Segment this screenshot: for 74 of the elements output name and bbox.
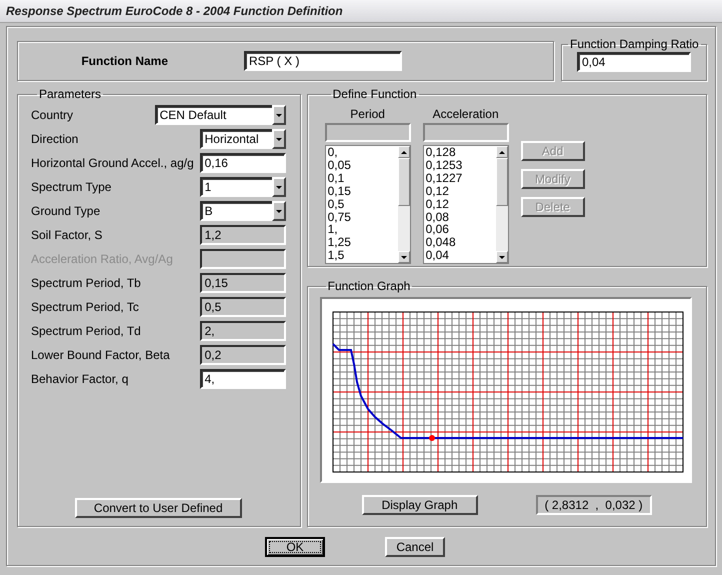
function-name-field[interactable]: RSP ( X ) [244, 51, 402, 71]
list-item[interactable]: 0,15 [328, 184, 396, 198]
dropdown-button[interactable] [272, 177, 286, 197]
field-label: Spectrum Type [31, 180, 112, 194]
scrollbar[interactable] [496, 146, 508, 263]
field-label: Spectrum Period, Tc [31, 300, 139, 314]
window-title: Response Spectrum EuroCode 8 - 2004 Function Definition [6, 4, 343, 18]
scroll-down-icon [498, 254, 506, 260]
column-heading: Acceleration [432, 107, 500, 123]
list-item[interactable]: 0,04 [426, 249, 494, 262]
list-item[interactable]: 0,12 [426, 184, 494, 198]
list-item[interactable]: 0,06 [426, 223, 494, 236]
readonly-field: 0,15 [200, 273, 286, 293]
field-label: Behavior Factor, q [31, 372, 128, 386]
dialog-button[interactable]: Cancel [385, 537, 445, 557]
list-item[interactable]: 0,048 [426, 236, 494, 250]
group-title: Parameters [38, 87, 102, 101]
value-list[interactable]: 0,128 0,1253 0,1227 0,12 0,12 0,08 0,06 0,048 0,04 [422, 145, 509, 264]
dialog-button[interactable]: OK [265, 537, 325, 557]
damping-ratio-field[interactable]: 0,04 [577, 52, 691, 72]
scrollbar[interactable] [398, 146, 410, 263]
scroll-up-icon [498, 148, 506, 156]
coordinate-readout: ( 2,8312 , 0,032 ) [536, 495, 652, 515]
input-field[interactable]: 4, [200, 369, 286, 389]
dropdown-field[interactable]: 1 [200, 177, 272, 197]
caret-icon [274, 112, 283, 118]
field-label: Direction [31, 132, 78, 146]
list-item[interactable]: 0,1227 [426, 172, 494, 185]
group-title: Function Damping Ratio [569, 37, 700, 51]
list-item[interactable]: 1, [328, 223, 396, 236]
caret-icon [274, 136, 283, 142]
dropdown-field[interactable]: CEN Default [154, 105, 272, 125]
field-label: Horizontal Ground Accel., ag/g [31, 156, 194, 170]
caret-icon [274, 208, 283, 214]
field-label: Spectrum Period, Td [31, 324, 141, 338]
function-name-label: Function Name [80, 54, 168, 68]
readonly-field: 2, [200, 321, 286, 341]
list-item[interactable]: 0,1253 [426, 158, 494, 172]
field-label: Lower Bound Factor, Beta [31, 348, 170, 362]
list-item[interactable]: 0,5 [328, 198, 396, 211]
input-field[interactable]: 0,16 [200, 153, 286, 173]
list-item[interactable]: 0,75 [328, 210, 396, 224]
list-item[interactable]: 1,5 [328, 249, 396, 262]
list-item[interactable]: 0, [328, 146, 396, 159]
convert-button[interactable]: Convert to User Defined [74, 498, 242, 518]
list-item[interactable]: 0,05 [328, 158, 396, 172]
edit-field[interactable] [324, 123, 411, 142]
list-item[interactable]: 0,128 [426, 146, 494, 159]
scroll-up-icon [400, 148, 408, 156]
group-title: Define Function [332, 87, 418, 101]
dropdown-field[interactable]: B [200, 201, 272, 221]
field-label: Soil Factor, S [31, 228, 102, 242]
caret-icon [274, 184, 283, 190]
value-list[interactable]: 0, 0,05 0,1 0,15 0,5 0,75 1, 1,25 1,5 [324, 145, 411, 264]
list-item[interactable]: 1,25 [328, 236, 396, 250]
scroll-down-icon [400, 254, 408, 260]
display-graph-button[interactable]: Display Graph [362, 495, 478, 515]
dropdown-button[interactable] [272, 201, 286, 221]
column-heading: Period [349, 107, 386, 123]
dropdown-field[interactable]: Horizontal [200, 129, 272, 149]
list-item[interactable]: 0,08 [426, 210, 494, 224]
dropdown-button[interactable] [272, 129, 286, 149]
field-label: Country [31, 108, 74, 122]
list-item[interactable]: 0,12 [426, 198, 494, 211]
readonly-field: 0,2 [200, 345, 286, 365]
readonly-field: 1,2 [200, 225, 286, 245]
field-label: Ground Type [31, 204, 100, 218]
readonly-field: 0,5 [200, 297, 286, 317]
field-label: Acceleration Ratio, Avg/Ag [31, 252, 173, 266]
list-item[interactable]: 0,1 [328, 172, 396, 185]
dropdown-button[interactable] [272, 105, 286, 125]
field-label: Spectrum Period, Tb [31, 276, 141, 290]
group-title: Function Graph [326, 279, 412, 293]
edit-field[interactable] [422, 123, 509, 142]
